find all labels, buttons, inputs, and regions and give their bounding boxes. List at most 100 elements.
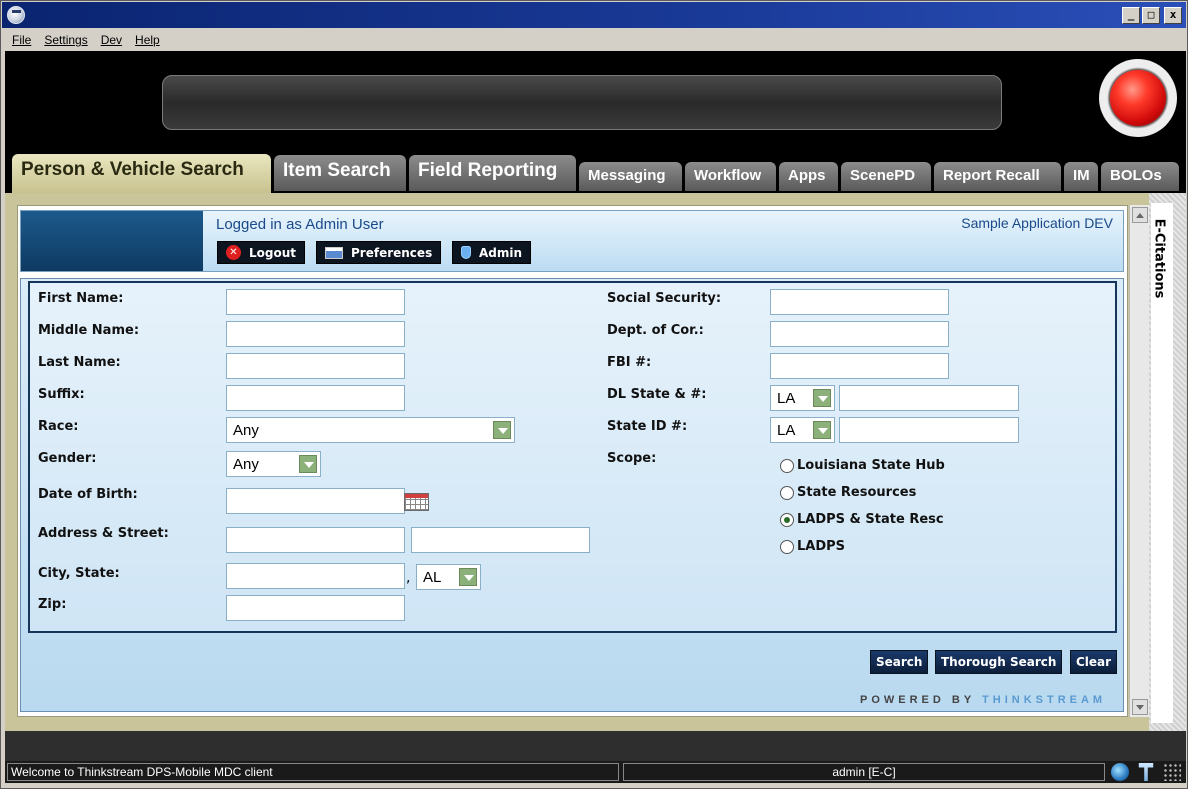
gender-select[interactable]: Any	[226, 451, 321, 477]
globe-icon[interactable]	[1111, 763, 1129, 781]
scope-option-label: Louisiana State Hub	[797, 458, 945, 473]
radio-selected-icon	[780, 512, 794, 527]
tab-report-recall[interactable]: Report Recall	[934, 162, 1061, 191]
doc-input[interactable]	[770, 321, 949, 347]
menu-settings[interactable]: Settings	[44, 33, 87, 47]
scope-label: Scope:	[607, 451, 657, 466]
chevron-down-icon	[813, 389, 831, 407]
dob-label: Date of Birth:	[38, 487, 138, 502]
dl-state-select[interactable]: LA	[770, 385, 835, 411]
thinkstream-icon[interactable]	[1138, 763, 1154, 781]
state-id-state-select[interactable]: LA	[770, 417, 835, 443]
preferences-icon	[325, 246, 343, 259]
e-citations-tab[interactable]: E-Citations	[1151, 203, 1173, 723]
vertical-scrollbar[interactable]	[1129, 205, 1149, 717]
middle-name-input[interactable]	[226, 321, 405, 347]
tab-bolos[interactable]: BOLOs	[1101, 162, 1179, 191]
logged-in-text: Logged in as Admin User	[216, 216, 384, 233]
brand-name: THINKSTREAM	[982, 694, 1107, 706]
scroll-down-icon[interactable]	[1132, 699, 1148, 715]
scope-option-ladps[interactable]: LADPS	[780, 539, 845, 554]
suffix-input[interactable]	[226, 385, 405, 411]
tab-bar: Person & Vehicle Search Item Search Fiel…	[5, 151, 1186, 194]
resize-grip-icon[interactable]	[1163, 763, 1181, 781]
state-select[interactable]: AL	[416, 564, 481, 590]
last-name-label: Last Name:	[38, 355, 121, 370]
scroll-up-icon[interactable]	[1132, 207, 1148, 223]
header-panel	[5, 51, 1186, 151]
tab-apps[interactable]: Apps	[779, 162, 838, 191]
dl-number-input[interactable]	[839, 385, 1019, 411]
suffix-label: Suffix:	[38, 387, 85, 402]
tab-im[interactable]: IM	[1064, 162, 1098, 191]
chevron-down-icon	[493, 421, 511, 439]
thorough-search-button[interactable]: Thorough Search	[935, 650, 1063, 674]
dl-label: DL State & #:	[607, 387, 707, 402]
menu-dev[interactable]: Dev	[101, 33, 122, 47]
bottom-bar	[5, 731, 1186, 761]
admin-button[interactable]: Admin	[452, 241, 532, 264]
e-citations-label: E-Citations	[1151, 218, 1167, 299]
comma-separator: ,	[406, 570, 411, 586]
logout-button[interactable]: ✕ Logout	[217, 241, 306, 264]
preferences-label: Preferences	[351, 245, 433, 260]
app-logo-icon[interactable]	[7, 6, 25, 24]
close-button[interactable]: x	[1164, 7, 1182, 24]
search-button[interactable]: Search	[870, 650, 929, 674]
app-window: _ □ x File Settings Dev Help Person & Ve…	[0, 0, 1188, 789]
race-select[interactable]: Any	[226, 417, 515, 443]
scope-option-ladps-state-resc[interactable]: LADPS & State Resc	[780, 512, 944, 527]
emergency-light-icon	[1110, 70, 1166, 126]
tab-field-reporting[interactable]: Field Reporting	[409, 155, 576, 191]
close-icon: ✕	[226, 245, 241, 260]
doc-label: Dept. of Cor.:	[607, 323, 704, 338]
menu-help[interactable]: Help	[135, 33, 160, 47]
tab-messaging[interactable]: Messaging	[579, 162, 682, 191]
shield-icon	[461, 246, 471, 259]
tab-workflow[interactable]: Workflow	[685, 162, 776, 191]
zip-input[interactable]	[226, 595, 405, 621]
calendar-icon[interactable]	[404, 493, 429, 511]
radio-icon	[780, 539, 794, 554]
scope-option-label: LADPS & State Resc	[797, 512, 944, 527]
powered-by-text: POWERED BY	[860, 694, 983, 706]
message-banner	[162, 75, 1002, 130]
city-input[interactable]	[226, 563, 405, 589]
first-name-input[interactable]	[226, 289, 405, 315]
chevron-down-icon	[813, 421, 831, 439]
last-name-input[interactable]	[226, 353, 405, 379]
tab-person-vehicle-search[interactable]: Person & Vehicle Search	[12, 154, 271, 194]
address-number-input[interactable]	[226, 527, 405, 553]
menu-file[interactable]: File	[12, 33, 31, 47]
scope-option-state-resources[interactable]: State Resources	[780, 485, 916, 500]
clear-button[interactable]: Clear	[1070, 650, 1118, 674]
tab-scenepd[interactable]: ScenePD	[841, 162, 931, 191]
header-logo-area	[21, 211, 203, 271]
admin-label: Admin	[479, 245, 523, 260]
emergency-button[interactable]	[1099, 59, 1177, 137]
race-label: Race:	[38, 419, 79, 434]
state-id-input[interactable]	[839, 417, 1019, 443]
preferences-button[interactable]: Preferences	[316, 241, 442, 264]
dl-state-value: LA	[777, 390, 796, 407]
radio-icon	[780, 458, 794, 473]
scope-option-louisiana-state-hub[interactable]: Louisiana State Hub	[780, 458, 945, 473]
address-street-input[interactable]	[411, 527, 590, 553]
status-message: Welcome to Thinkstream DPS-Mobile MDC cl…	[7, 763, 619, 781]
state-id-label: State ID #:	[607, 419, 688, 434]
address-label: Address & Street:	[38, 526, 169, 541]
radio-icon	[780, 485, 794, 500]
dob-input[interactable]	[226, 488, 405, 514]
ssn-input[interactable]	[770, 289, 949, 315]
zip-label: Zip:	[38, 597, 67, 612]
menu-bar: File Settings Dev Help	[2, 29, 1186, 51]
side-panel: E-Citations	[1149, 193, 1186, 731]
search-fields: First Name: Middle Name: Last Name: Suff…	[28, 281, 1117, 633]
maximize-button[interactable]: □	[1142, 7, 1160, 24]
minimize-button[interactable]: _	[1122, 7, 1140, 24]
tab-item-search[interactable]: Item Search	[274, 155, 406, 191]
fbi-input[interactable]	[770, 353, 949, 379]
session-header: Logged in as Admin User Sample Applicati…	[20, 210, 1124, 272]
state-id-state-value: LA	[777, 422, 796, 439]
gender-value: Any	[233, 456, 259, 473]
